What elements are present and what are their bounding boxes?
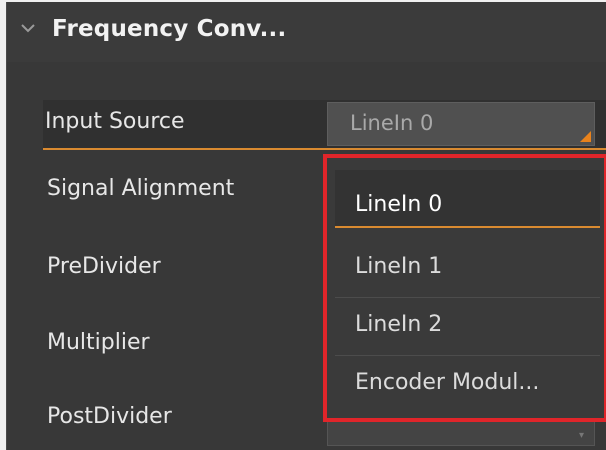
option-label: LineIn 0 (355, 192, 443, 217)
dropdown-corner-icon (580, 131, 591, 142)
input-source-value: LineIn 0 (350, 111, 434, 135)
postdivider-label: PostDivider (47, 404, 172, 429)
option-linein-2[interactable]: LineIn 2 (335, 298, 600, 356)
input-source-label: Input Source (45, 109, 185, 134)
section-header-frequency-converter[interactable]: Frequency Conv... (7, 2, 606, 62)
input-source-options-list[interactable]: LineIn 0 LineIn 1 LineIn 2 Encoder Modul… (323, 154, 606, 422)
section-title: Frequency Conv... (52, 16, 287, 42)
input-source-dropdown[interactable]: LineIn 0 (327, 102, 595, 146)
chevron-down-icon[interactable] (19, 19, 37, 37)
multiplier-label: Multiplier (47, 330, 150, 355)
option-label: LineIn 1 (355, 254, 443, 279)
dropdown-arrow-icon: ▾ (578, 430, 584, 441)
option-label: LineIn 2 (355, 312, 443, 337)
option-label: Encoder Modul... (355, 370, 540, 395)
option-encoder-module[interactable]: Encoder Modul... (335, 356, 600, 414)
option-linein-0[interactable]: LineIn 0 (335, 170, 600, 228)
option-linein-1[interactable]: LineIn 1 (335, 240, 600, 298)
signal-alignment-label: Signal Alignment (47, 176, 235, 201)
property-panel: Frequency Conv... Input Source LineIn 0 … (6, 2, 606, 450)
predivider-label: PreDivider (47, 254, 161, 279)
